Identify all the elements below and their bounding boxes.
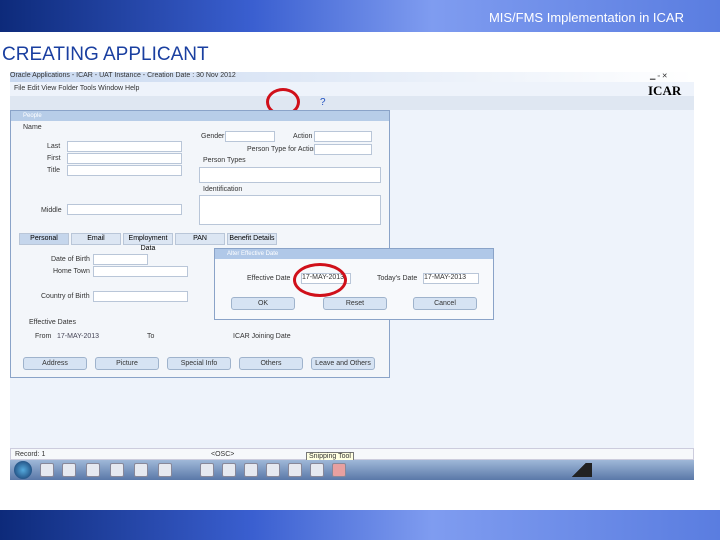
tab-email[interactable]: Email (71, 233, 121, 245)
dialog-titlebar: Alter Effective Date (215, 249, 493, 259)
town-input[interactable] (93, 266, 188, 277)
identification-label: Identification (203, 186, 243, 193)
effective-dates-label: Effective Dates (29, 319, 76, 326)
picture-button[interactable]: Picture (95, 357, 159, 370)
from-date[interactable]: 17-MAY-2013 (57, 333, 99, 340)
app-icon-2[interactable] (266, 463, 280, 477)
network-signal-icon (566, 463, 592, 477)
windows-taskbar (10, 460, 694, 480)
last-label: Last (47, 143, 61, 150)
slide-header: MIS/FMS Implementation in ICAR (488, 10, 684, 25)
others-button[interactable]: Others (239, 357, 303, 370)
tab-benefit-details[interactable]: Benefit Details (227, 233, 277, 245)
menu-bar[interactable]: File Edit View Folder Tools Window Help (14, 85, 139, 92)
toolbar (10, 96, 694, 110)
gender-label: Gender (201, 133, 225, 140)
country-label: Country of Birth (41, 293, 90, 300)
address-button[interactable]: Address (23, 357, 87, 370)
first-name-input[interactable] (67, 153, 182, 164)
person-type-action-label: Person Type for Action (247, 146, 318, 153)
todays-date-field: 17-MAY-2013 (423, 273, 479, 284)
gender-select[interactable] (225, 131, 275, 142)
slide-title: CREATING APPLICANT (2, 44, 209, 65)
tab-employment-data[interactable]: Employment Data (123, 233, 173, 252)
person-types-label: Person Types (203, 157, 246, 164)
explorer-icon[interactable] (62, 463, 76, 477)
record-status: Record: 1 (15, 451, 46, 458)
powerpoint-icon[interactable] (288, 463, 302, 477)
chrome-icon[interactable] (110, 463, 124, 477)
from-label: From (35, 333, 52, 340)
last-name-input[interactable] (67, 141, 182, 152)
tab-pan[interactable]: PAN (175, 233, 225, 245)
ok-button[interactable]: OK (231, 297, 295, 310)
dob-label: Date of Birth (51, 256, 90, 263)
effective-date-label: Effective Date (247, 275, 291, 282)
tab-personal[interactable]: Personal (19, 233, 69, 245)
name-group-label: Name (23, 124, 42, 131)
person-types-field[interactable] (199, 167, 381, 183)
snipping-tool-icon[interactable] (332, 463, 346, 477)
excel-icon[interactable] (244, 463, 258, 477)
dob-input[interactable] (93, 254, 148, 265)
special-info-button[interactable]: Special Info (167, 357, 231, 370)
paint-icon[interactable] (310, 463, 324, 477)
start-button[interactable] (14, 461, 32, 479)
window-controls[interactable]: ▁ ▫ ✕ (650, 72, 668, 80)
action-label: Action (293, 133, 313, 140)
highlight-circle (293, 263, 347, 297)
person-type-action-input[interactable] (314, 144, 372, 155)
button-row: Address Picture Special Info Others Leav… (23, 357, 375, 370)
title-input[interactable] (67, 165, 182, 176)
people-window: People Name Last First Title Middle Gend… (10, 110, 390, 378)
word-icon[interactable] (200, 463, 214, 477)
action-select[interactable] (314, 131, 372, 142)
country-input[interactable] (93, 291, 188, 302)
tab-bar: Personal Email Employment Data PAN Benef… (19, 233, 277, 252)
mode-status: <OSC> (211, 451, 235, 458)
title-label: Title (47, 167, 60, 174)
to-label: To (147, 333, 155, 340)
notepad-icon[interactable] (158, 463, 172, 477)
cancel-button[interactable]: Cancel (413, 297, 477, 310)
footer-band (0, 510, 720, 540)
middle-label: Middle (41, 207, 62, 214)
app-titlebar: Oracle Applications - ICAR - UAT Instanc… (10, 72, 694, 82)
header-band: MIS/FMS Implementation in ICAR (0, 0, 720, 32)
town-label: Home Town (53, 268, 90, 275)
alter-effective-date-dialog: Alter Effective Date Effective Date 17-M… (214, 248, 494, 320)
help-icon[interactable]: ? (320, 97, 326, 108)
reset-button[interactable]: Reset (323, 297, 387, 310)
ie-icon[interactable] (86, 463, 100, 477)
app-icon[interactable] (134, 463, 148, 477)
people-titlebar: People (11, 111, 389, 121)
app-title: Oracle Applications - ICAR - UAT Instanc… (10, 72, 236, 79)
word-icon-2[interactable] (222, 463, 236, 477)
firefox-icon[interactable] (40, 463, 54, 477)
identification-field[interactable] (199, 195, 381, 225)
todays-date-label: Today's Date (377, 275, 418, 282)
middle-name-input[interactable] (67, 204, 182, 215)
joining-date-label: ICAR Joining Date (233, 333, 291, 340)
leave-others-button[interactable]: Leave and Others (311, 357, 375, 370)
first-label: First (47, 155, 61, 162)
oracle-app-window: Oracle Applications - ICAR - UAT Instanc… (10, 72, 694, 480)
